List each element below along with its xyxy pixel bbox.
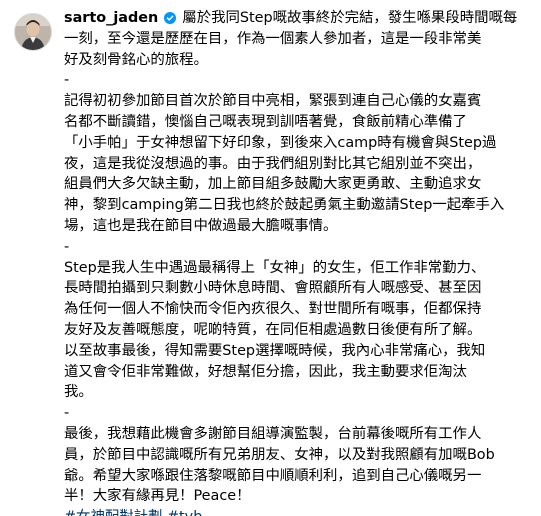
avatar[interactable]	[14, 13, 52, 51]
caption-line: 最後，我想藉此機會多謝節目組導演監製，台前幕後嘅所有工作人	[64, 425, 482, 442]
caption-line: 好及刻骨銘心的旅程。	[64, 51, 208, 68]
caption-line: 員，於節目中認識嘅所有兄弟朋友、女神，以及對我照顧有加嘅Bob	[64, 446, 495, 463]
caption-line: 長時間拍攝到只剩數小時休息時間、會照顧所有人嘅感受、甚至因	[64, 280, 482, 297]
caption-line: 一刻，至今還是歷歷在目，作為一個素人參加者，這是一段非常美	[64, 30, 482, 47]
verified-badge-icon	[164, 10, 177, 31]
caption-line: 為任何一個人不愉快而令佢內疚很久、對世間所有嘅事，佢都保持	[64, 301, 482, 318]
caption-line: 神，黎到camping第二日我也終於鼓起勇氣主動邀請Step一起牽手入	[64, 197, 505, 214]
username-link[interactable]: sarto_jaden	[64, 10, 158, 26]
caption-line-text: 屬於我同Step嘅故事終於完結，發生喺果段時間嘅每	[182, 10, 518, 26]
caption-line: Step是我人生中遇過最稱得上「女神」的女生，佢工作非常勤力、	[64, 259, 486, 276]
caption-line: 夜，這是我從沒想過的事。由于我們組別對比其它組別並不突出，	[64, 155, 482, 172]
caption-line: 「小手帕」于女神想留下好印象，到後來入camp時有機會與Step過	[64, 134, 497, 151]
caption-line: 爺。希望大家喺跟住落黎嘅節目中順順利利，追到自己心儀嘅另一	[64, 467, 482, 484]
caption-line: 我。	[64, 384, 93, 401]
caption-line: 組員們大多欠缺主動，加上節目組多鼓勵大家更勇敢、主動追求女	[64, 176, 482, 193]
caption-line: 名都不斷讀錯，懊惱自己嘅表現到訓唔著覺，食飯前精心準備了	[64, 113, 467, 130]
caption-line: 道又會令佢非常難做，好想幫佢分擔，因此，我主動要求佢淘汰	[64, 363, 467, 380]
caption-line: 友好及友善嘅態度，呢啲特質，在同佢相處過數日後便有所了解。	[64, 321, 482, 338]
caption-separator: -	[64, 405, 70, 422]
caption-text: sarto_jaden 屬於我同Step嘅故事終於完結，發生喺果段時間嘅每 一刻，…	[64, 8, 532, 516]
caption-separator: -	[64, 72, 70, 89]
instagram-post-caption: sarto_jaden 屬於我同Step嘅故事終於完結，發生喺果段時間嘅每 一刻，…	[0, 0, 541, 516]
caption-line: 記得初初參加節目首次於節目中亮相，緊張到連自己心儀的女嘉賓	[64, 93, 482, 110]
hashtag-links[interactable]: #女神配對計劃 #tvb	[64, 507, 532, 516]
caption-line: 場，這也是我在節目中做過最大膽嘅事情。	[64, 217, 338, 234]
caption-line: 半！大家有緣再見！Peace！	[64, 488, 251, 505]
profile-photo	[15, 14, 51, 50]
caption-line: sarto_jaden 屬於我同Step嘅故事終於完結，發生喺果段時間嘅每	[64, 8, 532, 29]
caption-separator: -	[64, 238, 70, 255]
caption-line: 以至故事最後，得知需要Step選擇嘅時候，我內心非常痛心，我知	[64, 342, 486, 359]
